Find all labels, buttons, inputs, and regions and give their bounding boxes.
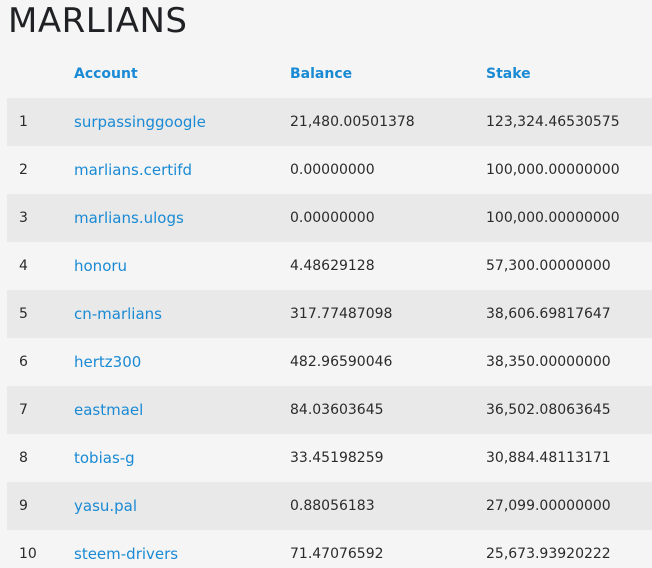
account-cell: steem-drivers bbox=[74, 530, 290, 568]
balance-cell: 482.96590046 bbox=[290, 354, 393, 370]
rank-cell: 6 bbox=[19, 354, 28, 370]
rich-list-table: Account Balance Stake 1 surpassinggoogle… bbox=[7, 50, 652, 568]
rank-cell: 8 bbox=[19, 450, 28, 466]
rank-cell: 3 bbox=[19, 210, 28, 226]
account-link[interactable]: marlians.ulogs bbox=[74, 209, 184, 227]
stake-header: Stake bbox=[486, 50, 652, 98]
account-link[interactable]: tobias-g bbox=[74, 449, 135, 467]
table-row: 2 marlians.certifd 0.00000000 100,000.00… bbox=[7, 146, 652, 194]
table-row: 10 steem-drivers 71.47076592 25,673.9392… bbox=[7, 530, 652, 568]
balance-header: Balance bbox=[290, 50, 486, 98]
table-row: 3 marlians.ulogs 0.00000000 100,000.0000… bbox=[7, 194, 652, 242]
rank-cell: 1 bbox=[19, 114, 28, 130]
account-cell: cn-marlians bbox=[74, 290, 290, 338]
stake-cell: 30,884.48113171 bbox=[486, 450, 611, 466]
account-header: Account bbox=[74, 50, 290, 98]
account-link[interactable]: eastmael bbox=[74, 401, 143, 419]
rank-cell: 5 bbox=[19, 306, 28, 322]
table-body: 1 surpassinggoogle 21,480.00501378 123,3… bbox=[7, 98, 652, 568]
table-header: Account Balance Stake bbox=[7, 50, 652, 98]
stake-cell: 27,099.00000000 bbox=[486, 498, 611, 514]
stake-cell: 36,502.08063645 bbox=[486, 402, 611, 418]
stake-cell: 123,324.46530575 bbox=[486, 114, 620, 130]
account-cell: honoru bbox=[74, 242, 290, 290]
balance-cell: 84.03603645 bbox=[290, 402, 384, 418]
rank-cell: 9 bbox=[19, 498, 28, 514]
table-row: 4 honoru 4.48629128 57,300.00000000 bbox=[7, 242, 652, 290]
account-cell: marlians.ulogs bbox=[74, 194, 290, 242]
rank-header bbox=[7, 50, 74, 98]
balance-cell: 71.47076592 bbox=[290, 546, 384, 562]
account-link[interactable]: steem-drivers bbox=[74, 545, 178, 563]
account-link[interactable]: honoru bbox=[74, 257, 127, 275]
rank-cell: 4 bbox=[19, 258, 28, 274]
balance-cell: 0.00000000 bbox=[290, 162, 375, 178]
account-cell: tobias-g bbox=[74, 434, 290, 482]
account-link[interactable]: hertz300 bbox=[74, 353, 141, 371]
table-header-row: Account Balance Stake bbox=[7, 50, 652, 98]
rank-cell: 2 bbox=[19, 162, 28, 178]
balance-cell: 4.48629128 bbox=[290, 258, 375, 274]
stake-cell: 25,673.93920222 bbox=[486, 546, 611, 562]
balance-cell: 317.77487098 bbox=[290, 306, 393, 322]
rank-cell: 7 bbox=[19, 402, 28, 418]
account-cell: marlians.certifd bbox=[74, 146, 290, 194]
account-link[interactable]: surpassinggoogle bbox=[74, 113, 206, 131]
table-row: 1 surpassinggoogle 21,480.00501378 123,3… bbox=[7, 98, 652, 146]
table-row: 6 hertz300 482.96590046 38,350.00000000 bbox=[7, 338, 652, 386]
account-link[interactable]: yasu.pal bbox=[74, 497, 137, 515]
account-cell: surpassinggoogle bbox=[74, 98, 290, 146]
balance-cell: 0.88056183 bbox=[290, 498, 375, 514]
account-link[interactable]: cn-marlians bbox=[74, 305, 162, 323]
table-row: 5 cn-marlians 317.77487098 38,606.698176… bbox=[7, 290, 652, 338]
account-link[interactable]: marlians.certifd bbox=[74, 161, 192, 179]
account-cell: eastmael bbox=[74, 386, 290, 434]
stake-cell: 100,000.00000000 bbox=[486, 162, 620, 178]
balance-cell: 0.00000000 bbox=[290, 210, 375, 226]
table-row: 7 eastmael 84.03603645 36,502.08063645 bbox=[7, 386, 652, 434]
balance-cell: 33.45198259 bbox=[290, 450, 384, 466]
account-cell: yasu.pal bbox=[74, 482, 290, 530]
table-row: 8 tobias-g 33.45198259 30,884.48113171 bbox=[7, 434, 652, 482]
page-title: MARLIANS bbox=[8, 1, 188, 41]
stake-cell: 57,300.00000000 bbox=[486, 258, 611, 274]
balance-cell: 21,480.00501378 bbox=[290, 114, 415, 130]
account-cell: hertz300 bbox=[74, 338, 290, 386]
stake-cell: 38,350.00000000 bbox=[486, 354, 611, 370]
rank-cell: 10 bbox=[19, 546, 37, 562]
stake-cell: 100,000.00000000 bbox=[486, 210, 620, 226]
page: MARLIANS Account Balance Stake 1 surpass… bbox=[0, 0, 652, 568]
stake-cell: 38,606.69817647 bbox=[486, 306, 611, 322]
table-row: 9 yasu.pal 0.88056183 27,099.00000000 bbox=[7, 482, 652, 530]
